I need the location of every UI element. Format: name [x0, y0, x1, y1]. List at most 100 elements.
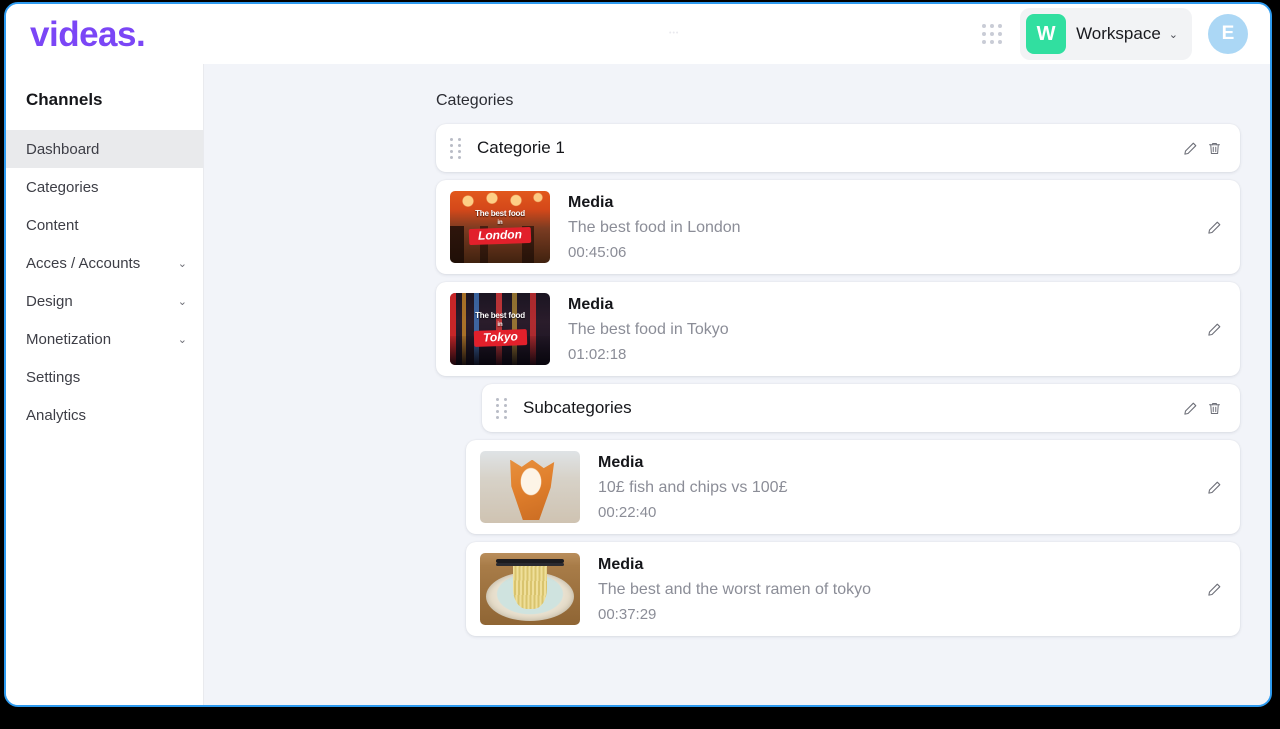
drag-dot — [450, 137, 453, 141]
drag-dot — [496, 403, 499, 407]
drag-dot — [450, 149, 453, 153]
drag-dot — [504, 397, 507, 401]
media-thumbnail: The best food in Tokyo — [450, 293, 550, 365]
thumbnail-banner: London — [468, 227, 532, 245]
main-content: Categories Categorie 1 The best food in … — [204, 64, 1270, 705]
trash-icon[interactable] — [1202, 396, 1226, 420]
trash-icon[interactable] — [1202, 136, 1226, 160]
sidebar-item-design[interactable]: Design ⌄ — [6, 282, 203, 320]
chevron-down-icon: ⌄ — [177, 257, 187, 270]
drag-dot — [450, 155, 453, 159]
drag-dot — [458, 149, 461, 153]
sidebar-item-label: Monetization — [26, 330, 112, 348]
drag-dot — [504, 415, 507, 419]
media-row[interactable]: The best food in Tokyo Media The best fo… — [436, 282, 1240, 376]
drag-dot — [496, 415, 499, 419]
thumbnail-banner: Tokyo — [473, 329, 527, 347]
grid-dot — [998, 40, 1003, 44]
workspace-switcher[interactable]: W Workspace ⌄ — [1020, 8, 1192, 60]
media-duration: 00:37:29 — [598, 605, 657, 623]
chevron-down-icon: ⌄ — [177, 333, 187, 346]
chopsticks — [496, 563, 564, 567]
media-thumbnail — [480, 451, 580, 523]
workspace-badge: W — [1026, 14, 1067, 54]
sidebar-item-content[interactable]: Content — [6, 206, 203, 244]
media-texts: Media The best food in Tokyo 01:02:18 — [568, 296, 1202, 363]
top-header-bar: videas. ••• W Workspace ⌄ E — [6, 4, 1270, 64]
sidebar-item-settings[interactable]: Settings — [6, 358, 203, 396]
pencil-icon[interactable] — [1202, 577, 1226, 601]
sidebar-item-monetization[interactable]: Monetization ⌄ — [6, 320, 203, 358]
drag-dot — [458, 137, 461, 141]
media-thumbnail — [480, 553, 580, 625]
media-row[interactable]: Media 10£ fish and chips vs 100£ 00:22:4… — [466, 440, 1240, 534]
thumbnail-overlay: The best food in London — [450, 191, 550, 263]
grid-dot — [982, 24, 987, 28]
sidebar-item-label: Analytics — [26, 406, 87, 424]
grid-dot — [998, 24, 1003, 28]
sidebar-item-label: Content — [26, 216, 79, 234]
media-kind: Media — [568, 295, 614, 313]
drag-dot — [458, 143, 461, 147]
thumbnail-line-2: in — [497, 220, 503, 227]
grid-dot — [982, 32, 987, 36]
thumbnail-art-fish-and-chips — [480, 451, 580, 523]
chevron-down-icon: ⌄ — [1168, 28, 1178, 41]
drag-dot — [496, 409, 499, 413]
media-texts: Media The best food in London 00:45:06 — [568, 194, 1202, 261]
pencil-icon[interactable] — [1178, 136, 1202, 160]
grid-dot — [990, 24, 995, 28]
sidebar-item-dashboard[interactable]: Dashboard — [6, 130, 203, 168]
ramen-noodles — [513, 558, 547, 610]
sidebar-item-label: Settings — [26, 368, 81, 386]
media-title: The best food in Tokyo — [568, 320, 729, 338]
drag-dot — [504, 403, 507, 407]
media-title: The best food in London — [568, 218, 741, 236]
drag-dot — [458, 155, 461, 159]
workspace-name: Workspace — [1076, 24, 1161, 43]
subcategory-row[interactable]: Subcategories — [482, 384, 1240, 432]
sidebar-item-label: Acces / Accounts — [26, 254, 141, 272]
media-kind: Media — [598, 555, 644, 573]
sidebar-item-acces-accounts[interactable]: Acces / Accounts ⌄ — [6, 244, 203, 282]
category-label: Categorie 1 — [477, 138, 565, 157]
sidebar-item-label: Design — [26, 292, 73, 310]
media-row[interactable]: Media The best and the worst ramen of to… — [466, 542, 1240, 636]
drag-dot — [450, 143, 453, 147]
thumbnail-line-2: in — [497, 322, 503, 329]
thumbnail-overlay: The best food in Tokyo — [450, 293, 550, 365]
page-title: Categories — [436, 92, 514, 109]
pencil-icon[interactable] — [1202, 317, 1226, 341]
media-title: The best and the worst ramen of tokyo — [598, 580, 872, 598]
grid-dots-icon[interactable] — [982, 24, 1003, 44]
media-texts: Media The best and the worst ramen of to… — [598, 556, 1202, 623]
grid-dot — [990, 40, 995, 44]
sidebar-item-label: Dashboard — [26, 140, 100, 158]
grid-dot — [998, 32, 1003, 36]
sidebar-title: Channels — [26, 90, 103, 109]
thumbnail-art-ramen — [480, 553, 580, 625]
media-row[interactable]: The best food in London Media The best f… — [436, 180, 1240, 274]
media-kind: Media — [598, 453, 644, 471]
avatar[interactable]: E — [1208, 14, 1248, 54]
media-title: 10£ fish and chips vs 100£ — [598, 478, 788, 496]
category-row[interactable]: Categorie 1 — [436, 124, 1240, 172]
media-duration: 00:22:40 — [598, 503, 657, 521]
sidebar-item-categories[interactable]: Categories — [6, 168, 203, 206]
media-kind: Media — [568, 193, 614, 211]
sidebar: Channels Dashboard Categories Content Ac… — [6, 64, 204, 705]
sidebar-item-analytics[interactable]: Analytics — [6, 396, 203, 434]
grid-dot — [982, 40, 987, 44]
pencil-icon[interactable] — [1178, 396, 1202, 420]
thumbnail-line-1: The best food — [475, 311, 525, 321]
pencil-icon[interactable] — [1202, 215, 1226, 239]
body-row: Channels Dashboard Categories Content Ac… — [6, 64, 1270, 705]
grid-dot — [990, 32, 995, 36]
thumbnail-line-1: The best food — [475, 209, 525, 219]
app-logo[interactable]: videas. — [30, 17, 146, 52]
drag-handle-icon[interactable] — [450, 137, 461, 159]
drag-handle-icon[interactable] — [496, 397, 507, 419]
faint-center-mark: ••• — [669, 30, 680, 37]
media-duration: 00:45:06 — [568, 243, 627, 261]
pencil-icon[interactable] — [1202, 475, 1226, 499]
